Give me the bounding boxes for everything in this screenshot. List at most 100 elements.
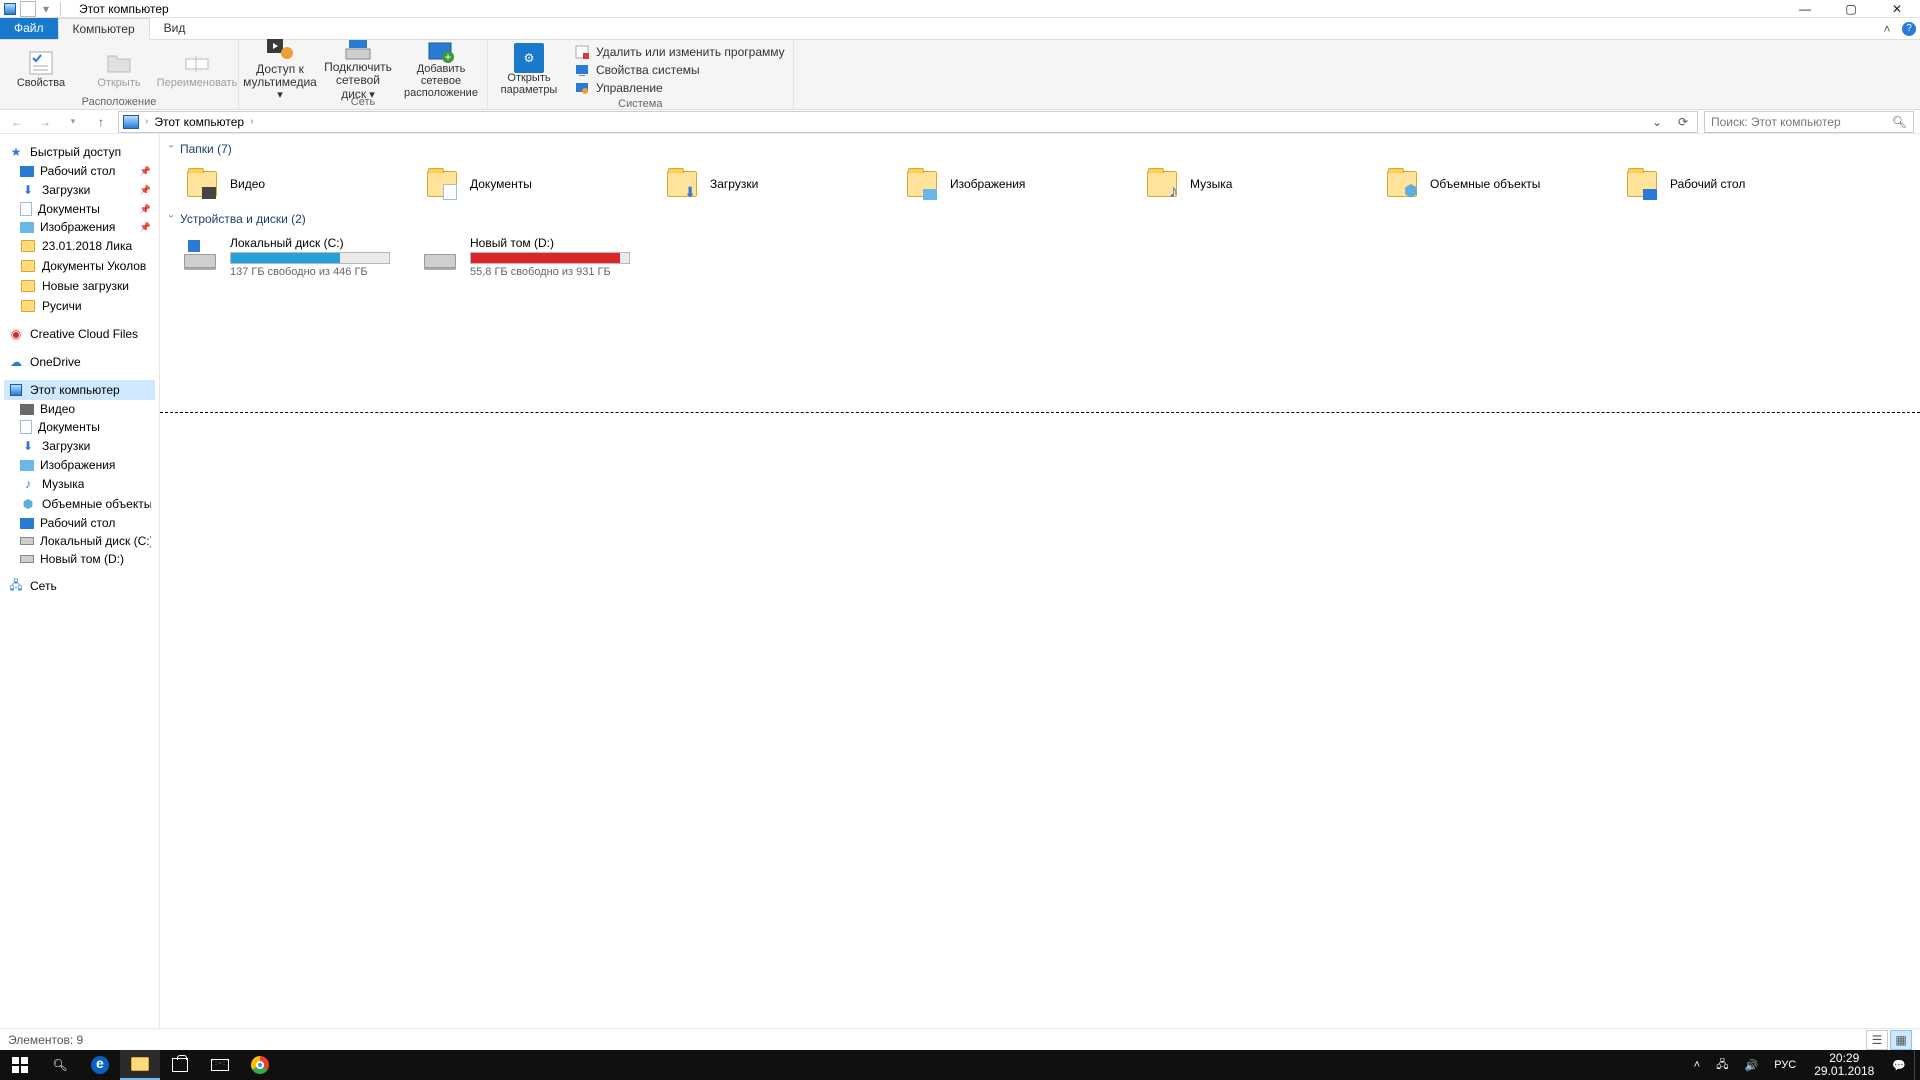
pin-icon: 📌 <box>140 185 151 196</box>
folder-icon <box>20 298 36 314</box>
section-devices-header[interactable]: › Устройства и диски (2) <box>160 210 1920 228</box>
maximize-button[interactable]: ▢ <box>1828 0 1874 18</box>
nav-pictures[interactable]: Изображения📌 <box>4 218 155 236</box>
add-network-icon: + <box>425 39 457 63</box>
nav-3d-objects[interactable]: ⬢Объемные объекты <box>4 494 155 514</box>
documents-icon <box>20 420 32 434</box>
properties-button[interactable]: Свойства <box>6 42 76 96</box>
tile-3d-objects[interactable]: ⬢Объемные объекты <box>1380 162 1620 206</box>
tab-file[interactable]: Файл <box>0 18 58 39</box>
view-details-button[interactable]: ☰ <box>1866 1030 1888 1050</box>
pin-icon: 📌 <box>140 222 151 233</box>
downloads-folder-icon: ⬇ <box>664 166 700 202</box>
nav-folder-3[interactable]: Новые загрузки <box>4 276 155 296</box>
drive-d[interactable]: Новый том (D:) 55,8 ГБ свободно из 931 Г… <box>420 232 660 282</box>
tile-pictures[interactable]: Изображения <box>900 162 1140 206</box>
nav-folder-4[interactable]: Русичи <box>4 296 155 316</box>
taskbar-chrome[interactable] <box>240 1050 280 1080</box>
video-folder-icon <box>184 166 220 202</box>
drive-network-icon <box>342 37 374 61</box>
breadcrumb-this-pc[interactable]: Этот компьютер <box>154 115 244 129</box>
view-tiles-button[interactable]: ▦ <box>1890 1030 1912 1050</box>
search-input[interactable]: Поиск: Этот компьютер 🔍︎ <box>1704 111 1914 133</box>
taskbar-edge[interactable] <box>80 1050 120 1080</box>
nav-music[interactable]: ♪Музыка <box>4 474 155 494</box>
tray-language[interactable]: РУС <box>1766 1050 1804 1080</box>
nav-documents[interactable]: Документы📌 <box>4 200 155 218</box>
folder-icon <box>20 238 36 254</box>
breadcrumb[interactable]: › Этот компьютер › ⌄ ⟳ <box>118 111 1698 133</box>
nav-history-dropdown[interactable]: ▾ <box>62 111 84 133</box>
taskbar-mail[interactable] <box>200 1050 240 1080</box>
open-settings-button[interactable]: ⚙ Открыть параметры <box>494 43 564 97</box>
qat-placeholder-icon[interactable] <box>20 1 36 17</box>
tile-documents[interactable]: Документы <box>420 162 660 206</box>
nav-onedrive[interactable]: ☁OneDrive <box>4 352 155 372</box>
qat-dropdown-icon[interactable]: ▾ <box>38 1 54 17</box>
tray-notifications-icon[interactable]: 💬 <box>1884 1050 1914 1080</box>
system-properties-item[interactable]: Свойства системы <box>574 62 785 78</box>
media-access-button[interactable]: Доступ к мультимедиа ▾ <box>245 42 315 96</box>
refresh-icon[interactable]: ⟳ <box>1673 112 1693 132</box>
nav-drive-c[interactable]: Локальный диск (C:) <box>4 532 155 550</box>
close-button[interactable]: ✕ <box>1874 0 1920 18</box>
nav-quick-access[interactable]: ★ Быстрый доступ <box>4 142 155 162</box>
tile-videos[interactable]: Видео <box>180 162 420 206</box>
nav-back-button[interactable]: ← <box>6 111 28 133</box>
add-network-location-button[interactable]: + Добавить сетевое расположение <box>401 42 481 96</box>
search-placeholder: Поиск: Этот компьютер <box>1711 115 1841 129</box>
nav-folder-1[interactable]: 23.01.2018 Лика <box>4 236 155 256</box>
nav-creative-cloud[interactable]: ◉Creative Cloud Files <box>4 324 155 344</box>
nav-desktop[interactable]: Рабочий стол📌 <box>4 162 155 180</box>
drive-c-fill <box>231 253 340 263</box>
nav-videos[interactable]: Видео <box>4 400 155 418</box>
nav-downloads[interactable]: ⬇Загрузки📌 <box>4 180 155 200</box>
tray-volume-icon[interactable]: 🔊 <box>1737 1050 1767 1080</box>
minimize-button[interactable]: — <box>1782 0 1828 18</box>
taskbar-search-button[interactable]: 🔍︎ <box>40 1050 80 1080</box>
folders-grid: Видео Документы ⬇Загрузки Изображения ♪М… <box>160 158 1920 210</box>
pictures-folder-icon <box>904 166 940 202</box>
search-icon[interactable]: 🔍︎ <box>1892 115 1907 129</box>
tray-overflow-icon[interactable]: ˄ <box>1686 1050 1708 1080</box>
taskbar-explorer[interactable] <box>120 1050 160 1080</box>
nav-this-pc[interactable]: Этот компьютер <box>4 380 155 400</box>
content-area[interactable]: › Папки (7) Видео Документы ⬇Загрузки Из… <box>160 134 1920 1028</box>
uninstall-program-item[interactable]: Удалить или изменить программу <box>574 44 785 60</box>
tab-view[interactable]: Вид <box>150 18 200 39</box>
video-icon <box>20 404 34 415</box>
cube-icon: ⬢ <box>20 496 36 512</box>
nav-forward-button[interactable]: → <box>34 111 56 133</box>
star-icon: ★ <box>8 144 24 160</box>
tile-downloads[interactable]: ⬇Загрузки <box>660 162 900 206</box>
nav-network[interactable]: 🖧Сеть <box>4 576 155 596</box>
nav-documents-2[interactable]: Документы <box>4 418 155 436</box>
section-folders-header[interactable]: › Папки (7) <box>160 140 1920 158</box>
tray-network-icon[interactable]: 🖧 <box>1708 1050 1736 1080</box>
ribbon-collapse-icon[interactable]: ˄ <box>1876 18 1898 40</box>
nav-desktop-2[interactable]: Рабочий стол <box>4 514 155 532</box>
help-icon[interactable]: ? <box>1898 18 1920 40</box>
nav-folder-2[interactable]: Документы Уколов <box>4 256 155 276</box>
drive-c[interactable]: Локальный диск (C:) 137 ГБ свободно из 4… <box>180 232 420 282</box>
taskbar-store[interactable] <box>160 1050 200 1080</box>
map-drive-button[interactable]: Подключить сетевой диск ▾ <box>323 42 393 96</box>
svg-text:+: + <box>444 50 451 63</box>
nav-drive-d[interactable]: Новый том (D:) <box>4 550 155 568</box>
tile-desktop[interactable]: Рабочий стол <box>1620 162 1860 206</box>
tile-music[interactable]: ♪Музыка <box>1140 162 1380 206</box>
chevron-right-icon[interactable]: › <box>250 116 253 127</box>
group-label-location: Расположение <box>6 96 232 108</box>
nav-up-button[interactable]: ↑ <box>90 111 112 133</box>
nav-downloads-2[interactable]: ⬇Загрузки <box>4 436 155 456</box>
show-desktop-button[interactable] <box>1914 1050 1920 1080</box>
downloads-icon: ⬇ <box>20 182 36 198</box>
chevron-right-icon[interactable]: › <box>145 116 148 127</box>
start-button[interactable] <box>0 1050 40 1080</box>
tray-clock[interactable]: 20:29 29.01.2018 <box>1804 1052 1884 1078</box>
management-item[interactable]: Управление <box>574 80 785 96</box>
checklist-icon <box>25 49 57 77</box>
nav-pictures-2[interactable]: Изображения <box>4 456 155 474</box>
breadcrumb-dropdown-icon[interactable]: ⌄ <box>1647 112 1667 132</box>
tab-computer[interactable]: Компьютер <box>58 18 150 40</box>
